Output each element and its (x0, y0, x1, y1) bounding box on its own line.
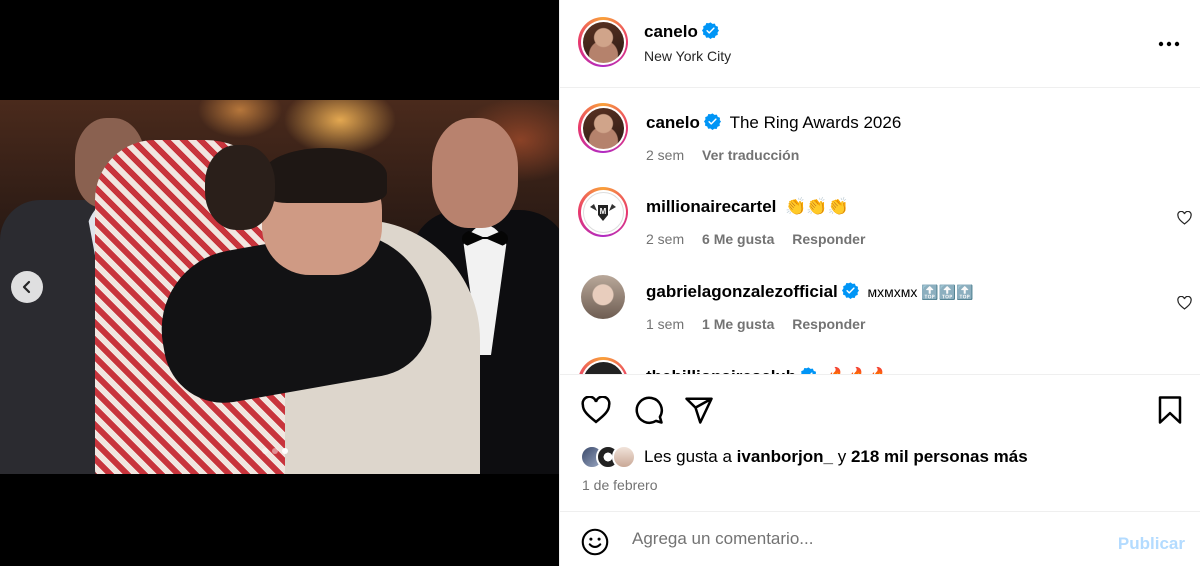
heart-icon[interactable] (581, 396, 611, 424)
carousel-dot-active (282, 448, 288, 454)
comment-username[interactable]: millionairecartel (646, 197, 776, 216)
comment-avatar[interactable] (581, 275, 625, 319)
media-pane (0, 0, 559, 566)
verified-icon (841, 282, 859, 299)
liker-avatars[interactable] (580, 445, 636, 469)
comment-likes[interactable]: 1 Me gusta (702, 316, 774, 332)
caption: canelo The Ring Awards 2026 2 sem Ver tr… (578, 103, 1178, 173)
comment-time[interactable]: 2 sem (646, 231, 684, 247)
comment-avatar[interactable] (578, 357, 628, 374)
crest-icon: M (590, 204, 616, 221)
likes-count-link[interactable]: 218 mil personas más (851, 447, 1028, 466)
carousel-prev-button[interactable] (11, 271, 43, 303)
comment-item: M millionairecartel 👏👏👏 2 sem 6 Me gusta… (578, 187, 1192, 257)
heart-icon[interactable] (1177, 296, 1192, 310)
comment-text: ᴍxᴍxᴍx 🔝🔝🔝 (867, 284, 974, 300)
verified-icon (801, 367, 817, 374)
publish-button[interactable]: Publicar (1118, 534, 1185, 554)
share-icon[interactable] (684, 395, 714, 425)
post-photo[interactable] (0, 100, 559, 474)
comment-username[interactable]: gabrielagonzalezofficial (646, 282, 838, 301)
caption-text: The Ring Awards 2026 (729, 113, 902, 132)
author-avatar[interactable] (578, 17, 628, 67)
likes-summary: Les gusta a ivanborjon_ y 218 mil person… (580, 445, 1028, 469)
comments-list[interactable]: canelo The Ring Awards 2026 2 sem Ver tr… (560, 89, 1200, 374)
reply-button[interactable]: Responder (792, 231, 865, 247)
post-location[interactable]: New York City (644, 48, 731, 64)
post-date[interactable]: 1 de febrero (582, 477, 658, 493)
comment-text: 👏👏👏 (785, 197, 849, 216)
more-icon (1158, 41, 1180, 47)
author-username[interactable]: canelo (644, 22, 698, 41)
comment-item: gabrielagonzalezofficial ᴍxᴍxᴍx 🔝🔝🔝 1 se… (578, 272, 1192, 342)
verified-icon (703, 113, 721, 130)
comment-composer: Publicar (560, 512, 1200, 566)
comment-icon[interactable] (634, 395, 664, 425)
caption-time[interactable]: 2 sem (646, 147, 684, 163)
comment-text: 🔥🔥🔥 (826, 367, 890, 374)
verified-icon (701, 22, 719, 39)
comment-time[interactable]: 1 sem (646, 316, 684, 332)
post-actions: Les gusta a ivanborjon_ y 218 mil person… (560, 374, 1200, 512)
caption-avatar[interactable] (578, 103, 628, 153)
carousel-indicator (262, 448, 288, 454)
heart-icon[interactable] (1177, 211, 1192, 225)
comment-username[interactable]: thebillionairesclub (646, 367, 796, 374)
carousel-dot (272, 448, 278, 454)
emoji-icon[interactable] (581, 528, 609, 556)
translate-button[interactable]: Ver traducción (702, 147, 799, 163)
caption-username[interactable]: canelo (646, 113, 700, 132)
bookmark-icon[interactable] (1157, 395, 1183, 425)
more-options-button[interactable] (1157, 32, 1181, 56)
comment-avatar[interactable]: M (578, 187, 628, 237)
comment-likes[interactable]: 6 Me gusta (702, 231, 774, 247)
liker-username[interactable]: ivanborjon_ (737, 447, 833, 466)
svg-text:M: M (600, 207, 607, 216)
reply-button[interactable]: Responder (792, 316, 865, 332)
comment-input[interactable] (632, 526, 1092, 552)
comment-item: thebillionairesclub 🔥🔥🔥 (578, 357, 1178, 374)
chevron-left-icon (22, 280, 31, 294)
carousel-dot (262, 448, 268, 454)
post-side-panel: canelo New York City canelo The Ring Awa… (559, 0, 1200, 566)
post-header: canelo New York City (560, 0, 1200, 88)
